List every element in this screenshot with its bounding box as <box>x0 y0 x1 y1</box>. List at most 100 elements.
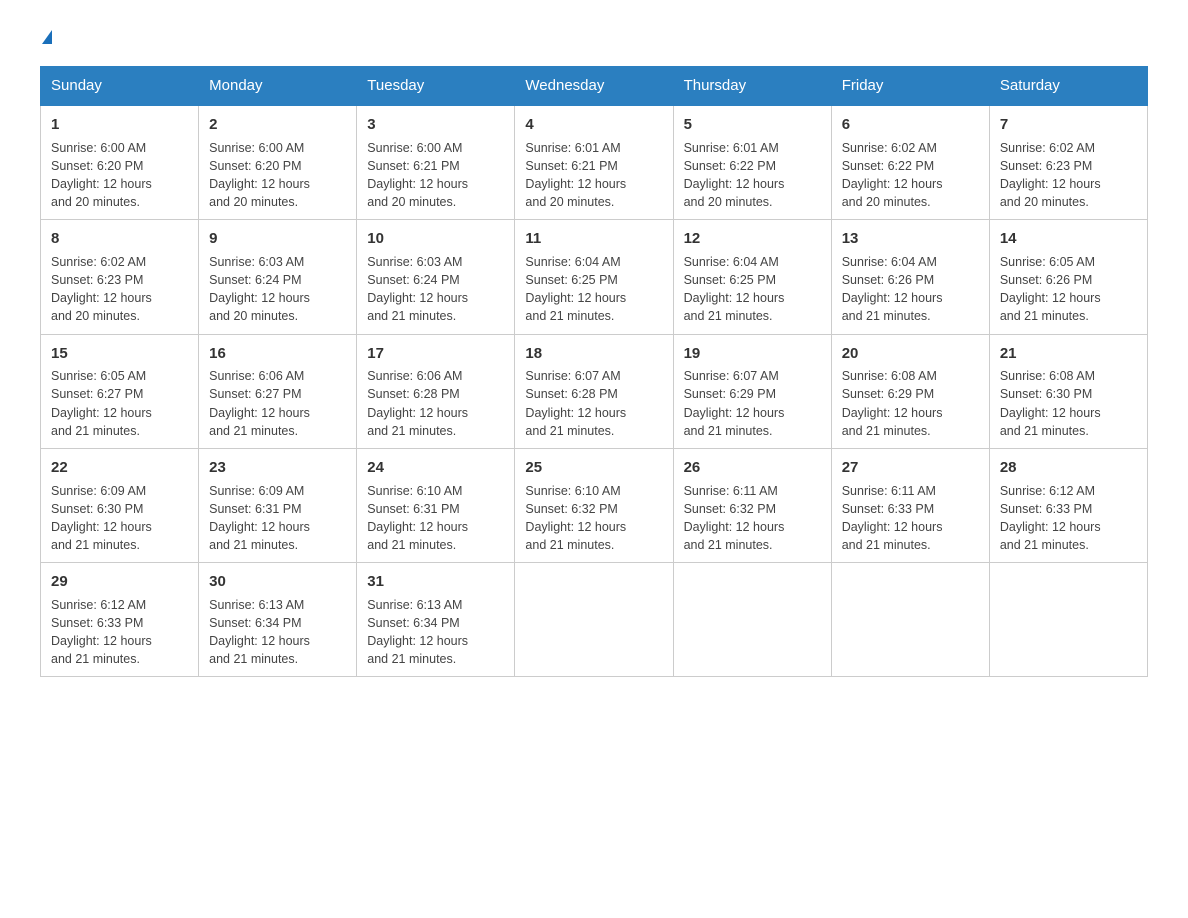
calendar-header-row: SundayMondayTuesdayWednesdayThursdayFrid… <box>41 67 1148 106</box>
logo-triangle-icon <box>42 30 52 44</box>
day-number: 12 <box>684 228 821 250</box>
day-info: Sunrise: 6:00 AMSunset: 6:20 PMDaylight:… <box>209 139 346 212</box>
day-info: Sunrise: 6:13 AMSunset: 6:34 PMDaylight:… <box>367 596 504 669</box>
day-number: 6 <box>842 114 979 136</box>
day-info: Sunrise: 6:02 AMSunset: 6:23 PMDaylight:… <box>1000 139 1137 212</box>
day-number: 29 <box>51 571 188 593</box>
day-info: Sunrise: 6:08 AMSunset: 6:29 PMDaylight:… <box>842 367 979 440</box>
calendar-cell <box>989 563 1147 677</box>
day-number: 8 <box>51 228 188 250</box>
calendar-cell: 25Sunrise: 6:10 AMSunset: 6:32 PMDayligh… <box>515 448 673 562</box>
calendar-cell: 8 Sunrise: 6:02 AMSunset: 6:23 PMDaylight… <box>41 220 199 334</box>
day-number: 31 <box>367 571 504 593</box>
calendar-cell: 22 Sunrise: 6:09 AMSunset: 6:30 PMDayligh… <box>41 448 199 562</box>
page-header <box>40 30 1148 46</box>
day-info: Sunrise: 6:00 AMSunset: 6:20 PMDaylight:… <box>51 139 188 212</box>
calendar-cell: 18Sunrise: 6:07 AMSunset: 6:28 PMDayligh… <box>515 334 673 448</box>
day-info: Sunrise: 6:00 AMSunset: 6:21 PMDaylight:… <box>367 139 504 212</box>
day-number: 27 <box>842 457 979 479</box>
logo <box>40 30 52 46</box>
day-info: Sunrise: 6:10 AMSunset: 6:32 PMDaylight:… <box>525 482 662 555</box>
day-number: 14 <box>1000 228 1137 250</box>
day-info: Sunrise: 6:04 AMSunset: 6:25 PMDaylight:… <box>684 253 821 326</box>
week-row-4: 22 Sunrise: 6:09 AMSunset: 6:30 PMDayligh… <box>41 448 1148 562</box>
day-number: 7 <box>1000 114 1137 136</box>
calendar-cell: 12 Sunrise: 6:04 AMSunset: 6:25 PMDayligh… <box>673 220 831 334</box>
day-number: 19 <box>684 343 821 365</box>
calendar-cell: 24 Sunrise: 6:10 AMSunset: 6:31 PMDayligh… <box>357 448 515 562</box>
header-tuesday: Tuesday <box>357 67 515 106</box>
day-info: Sunrise: 6:09 AMSunset: 6:31 PMDaylight:… <box>209 482 346 555</box>
calendar-cell: 3 Sunrise: 6:00 AMSunset: 6:21 PMDaylight… <box>357 105 515 220</box>
calendar-cell: 19Sunrise: 6:07 AMSunset: 6:29 PMDayligh… <box>673 334 831 448</box>
day-number: 5 <box>684 114 821 136</box>
header-friday: Friday <box>831 67 989 106</box>
calendar-cell: 15Sunrise: 6:05 AMSunset: 6:27 PMDayligh… <box>41 334 199 448</box>
calendar-cell: 23 Sunrise: 6:09 AMSunset: 6:31 PMDayligh… <box>199 448 357 562</box>
calendar-cell <box>831 563 989 677</box>
day-info: Sunrise: 6:07 AMSunset: 6:29 PMDaylight:… <box>684 367 821 440</box>
day-info: Sunrise: 6:13 AMSunset: 6:34 PMDaylight:… <box>209 596 346 669</box>
calendar-cell: 26Sunrise: 6:11 AMSunset: 6:32 PMDayligh… <box>673 448 831 562</box>
calendar-cell: 9Sunrise: 6:03 AMSunset: 6:24 PMDaylight… <box>199 220 357 334</box>
day-number: 17 <box>367 343 504 365</box>
day-info: Sunrise: 6:01 AMSunset: 6:22 PMDaylight:… <box>684 139 821 212</box>
calendar-cell: 20Sunrise: 6:08 AMSunset: 6:29 PMDayligh… <box>831 334 989 448</box>
day-number: 30 <box>209 571 346 593</box>
day-info: Sunrise: 6:01 AMSunset: 6:21 PMDaylight:… <box>525 139 662 212</box>
day-number: 11 <box>525 228 662 250</box>
day-number: 15 <box>51 343 188 365</box>
day-info: Sunrise: 6:06 AMSunset: 6:28 PMDaylight:… <box>367 367 504 440</box>
calendar-table: SundayMondayTuesdayWednesdayThursdayFrid… <box>40 66 1148 677</box>
day-number: 2 <box>209 114 346 136</box>
header-wednesday: Wednesday <box>515 67 673 106</box>
calendar-cell: 6 Sunrise: 6:02 AMSunset: 6:22 PMDaylight… <box>831 105 989 220</box>
week-row-2: 8 Sunrise: 6:02 AMSunset: 6:23 PMDaylight… <box>41 220 1148 334</box>
calendar-cell: 7 Sunrise: 6:02 AMSunset: 6:23 PMDaylight… <box>989 105 1147 220</box>
day-number: 22 <box>51 457 188 479</box>
calendar-cell: 4Sunrise: 6:01 AMSunset: 6:21 PMDaylight… <box>515 105 673 220</box>
calendar-cell: 28Sunrise: 6:12 AMSunset: 6:33 PMDayligh… <box>989 448 1147 562</box>
calendar-cell: 14 Sunrise: 6:05 AMSunset: 6:26 PMDayligh… <box>989 220 1147 334</box>
day-number: 18 <box>525 343 662 365</box>
week-row-3: 15Sunrise: 6:05 AMSunset: 6:27 PMDayligh… <box>41 334 1148 448</box>
calendar-cell: 13Sunrise: 6:04 AMSunset: 6:26 PMDayligh… <box>831 220 989 334</box>
day-info: Sunrise: 6:02 AMSunset: 6:23 PMDaylight:… <box>51 253 188 326</box>
day-info: Sunrise: 6:12 AMSunset: 6:33 PMDaylight:… <box>51 596 188 669</box>
calendar-cell: 10 Sunrise: 6:03 AMSunset: 6:24 PMDayligh… <box>357 220 515 334</box>
calendar-cell: 29 Sunrise: 6:12 AMSunset: 6:33 PMDayligh… <box>41 563 199 677</box>
day-number: 9 <box>209 228 346 250</box>
day-number: 10 <box>367 228 504 250</box>
calendar-cell: 5 Sunrise: 6:01 AMSunset: 6:22 PMDaylight… <box>673 105 831 220</box>
calendar-cell <box>673 563 831 677</box>
calendar-cell: 16Sunrise: 6:06 AMSunset: 6:27 PMDayligh… <box>199 334 357 448</box>
calendar-cell: 21Sunrise: 6:08 AMSunset: 6:30 PMDayligh… <box>989 334 1147 448</box>
day-number: 28 <box>1000 457 1137 479</box>
day-number: 20 <box>842 343 979 365</box>
calendar-cell: 27 Sunrise: 6:11 AMSunset: 6:33 PMDayligh… <box>831 448 989 562</box>
day-info: Sunrise: 6:04 AMSunset: 6:25 PMDaylight:… <box>525 253 662 326</box>
day-info: Sunrise: 6:06 AMSunset: 6:27 PMDaylight:… <box>209 367 346 440</box>
day-info: Sunrise: 6:11 AMSunset: 6:32 PMDaylight:… <box>684 482 821 555</box>
day-info: Sunrise: 6:10 AMSunset: 6:31 PMDaylight:… <box>367 482 504 555</box>
day-info: Sunrise: 6:04 AMSunset: 6:26 PMDaylight:… <box>842 253 979 326</box>
day-number: 24 <box>367 457 504 479</box>
calendar-cell: 2 Sunrise: 6:00 AMSunset: 6:20 PMDaylight… <box>199 105 357 220</box>
header-saturday: Saturday <box>989 67 1147 106</box>
week-row-1: 1 Sunrise: 6:00 AMSunset: 6:20 PMDaylight… <box>41 105 1148 220</box>
day-number: 1 <box>51 114 188 136</box>
day-info: Sunrise: 6:11 AMSunset: 6:33 PMDaylight:… <box>842 482 979 555</box>
day-info: Sunrise: 6:08 AMSunset: 6:30 PMDaylight:… <box>1000 367 1137 440</box>
calendar-cell: 31 Sunrise: 6:13 AMSunset: 6:34 PMDayligh… <box>357 563 515 677</box>
day-info: Sunrise: 6:09 AMSunset: 6:30 PMDaylight:… <box>51 482 188 555</box>
day-info: Sunrise: 6:02 AMSunset: 6:22 PMDaylight:… <box>842 139 979 212</box>
header-thursday: Thursday <box>673 67 831 106</box>
day-number: 16 <box>209 343 346 365</box>
day-info: Sunrise: 6:07 AMSunset: 6:28 PMDaylight:… <box>525 367 662 440</box>
header-monday: Monday <box>199 67 357 106</box>
day-number: 3 <box>367 114 504 136</box>
day-number: 23 <box>209 457 346 479</box>
day-info: Sunrise: 6:05 AMSunset: 6:26 PMDaylight:… <box>1000 253 1137 326</box>
week-row-5: 29 Sunrise: 6:12 AMSunset: 6:33 PMDayligh… <box>41 563 1148 677</box>
day-info: Sunrise: 6:03 AMSunset: 6:24 PMDaylight:… <box>367 253 504 326</box>
